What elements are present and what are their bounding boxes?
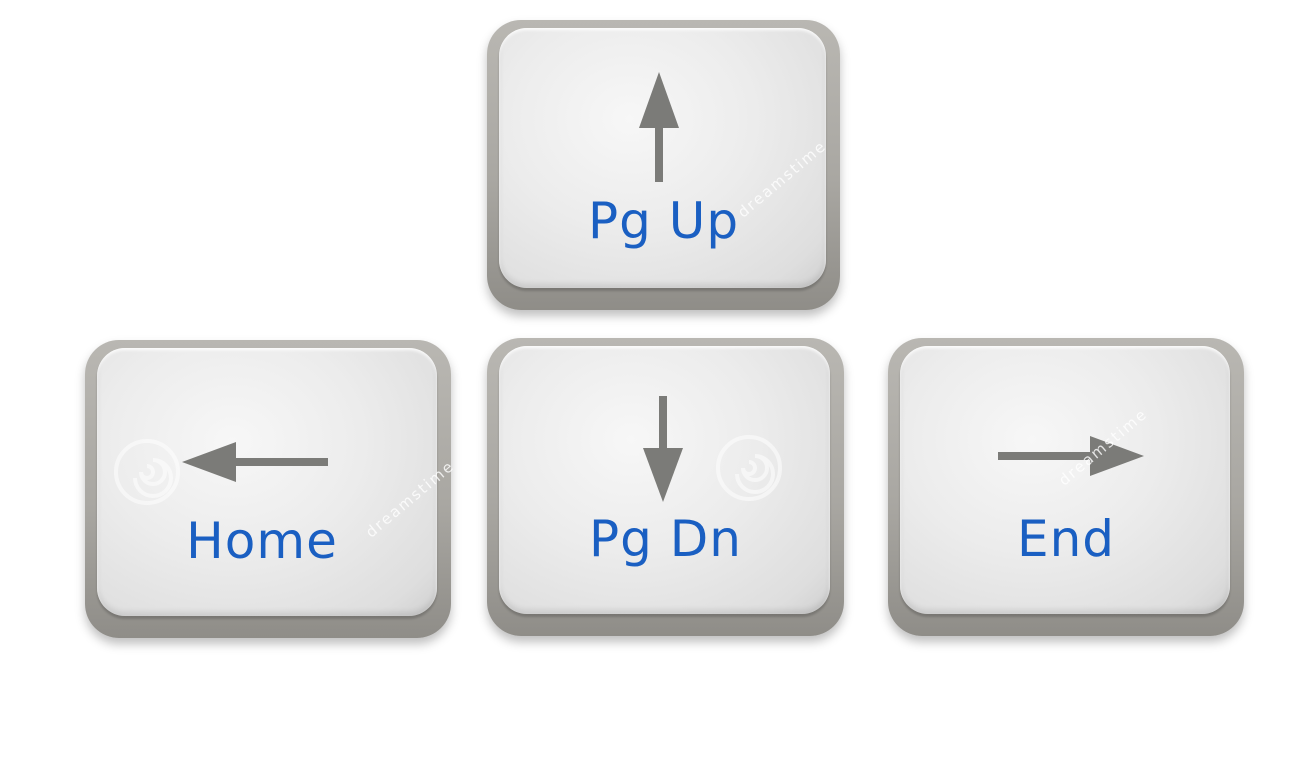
- watermark-swirl-icon: [114, 439, 180, 505]
- down-arrow-icon: [643, 396, 683, 502]
- home-key[interactable]: Home dreamstime: [85, 340, 458, 638]
- pgdn-key-label: Pg Dn: [589, 510, 742, 568]
- end-key[interactable]: End dreamstime: [888, 338, 1244, 636]
- watermark-swirl-icon: [716, 435, 782, 501]
- keyboard-keys-photo: Pg Up dreamstime Home dreamstime Pg Dn E…: [0, 0, 1300, 758]
- pgup-key-label: Pg Up: [587, 192, 740, 250]
- pgdn-key[interactable]: Pg Dn: [487, 338, 844, 636]
- up-arrow-icon: [639, 72, 679, 182]
- left-arrow-icon: [182, 442, 328, 482]
- end-key-label: End: [1016, 510, 1116, 568]
- pgup-key[interactable]: Pg Up dreamstime: [487, 20, 840, 310]
